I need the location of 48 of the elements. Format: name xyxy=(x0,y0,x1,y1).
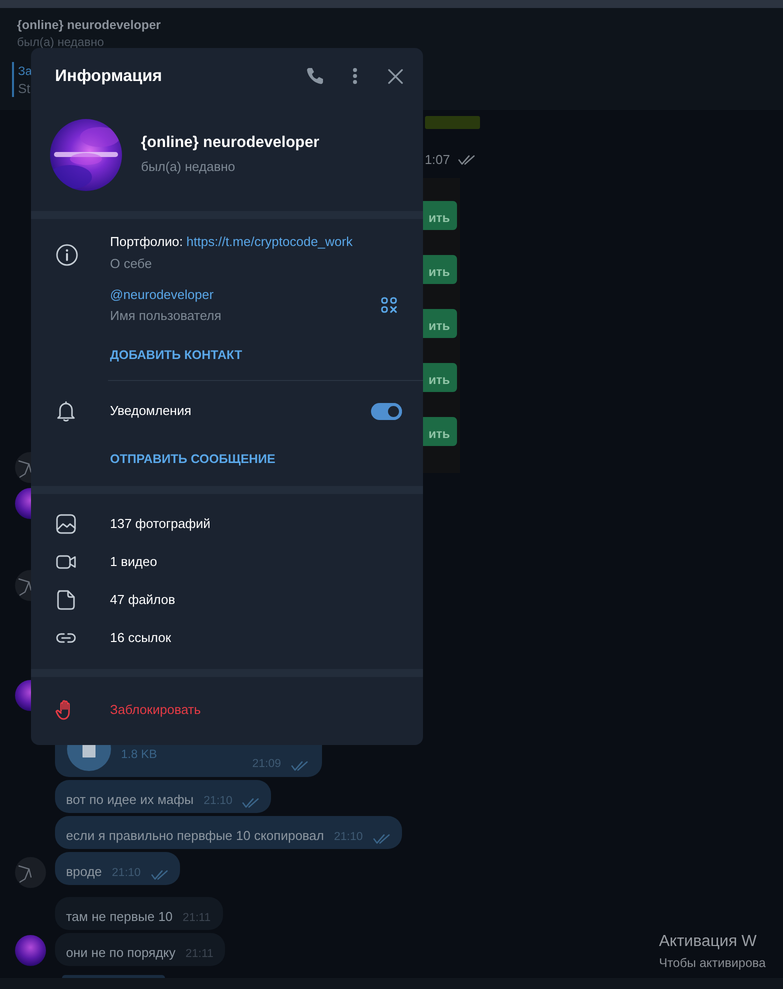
activation-notice-text: Чтобы активирова xyxy=(659,955,766,971)
bio-link[interactable]: https://t.me/cryptocode_work xyxy=(186,234,353,249)
activation-notice-title: Активация W xyxy=(659,932,758,952)
double-check-icon xyxy=(242,798,260,808)
double-check-icon xyxy=(291,761,308,771)
message-text: вот по идее их мафы xyxy=(66,792,194,808)
chat-status: был(а) недавно xyxy=(17,35,105,49)
bio-text: Портфолио: https://t.me/cryptocode_work xyxy=(110,233,354,251)
avatar xyxy=(15,680,31,711)
pinned-text: St xyxy=(18,80,32,97)
username-link[interactable]: @neurodeveloper xyxy=(110,286,214,304)
dialog-title: Информация xyxy=(55,66,162,87)
add-contact-button[interactable]: ДОБАВИТЬ КОНТАКТ xyxy=(110,346,242,364)
chat-title: {online} neurodeveloper xyxy=(17,17,162,33)
qr-code-icon xyxy=(381,296,397,313)
bell-icon xyxy=(55,400,77,422)
close-icon xyxy=(388,68,402,84)
photo-icon xyxy=(55,513,77,535)
pinned-title[interactable]: За xyxy=(18,62,32,80)
double-check-icon xyxy=(150,870,168,880)
field-label: О себе xyxy=(110,255,153,273)
message-text: они не по порядку xyxy=(66,945,176,961)
block-row[interactable]: Заблокировать xyxy=(31,677,423,743)
media-row[interactable]: 1 видео xyxy=(31,543,423,581)
avatar xyxy=(15,935,46,966)
avatar xyxy=(15,488,31,519)
media-row[interactable]: 137 фотографий xyxy=(31,505,423,543)
media-row[interactable]: 47 файлов xyxy=(31,581,423,619)
notifications-label: Уведомления xyxy=(110,402,192,420)
profile-name: {online} neurodeveloper xyxy=(141,132,320,153)
media-row[interactable]: 16 ссылок xyxy=(31,619,423,657)
message-time: 1:07 xyxy=(424,151,450,170)
send-message-button[interactable]: ОТПРАВИТЬ СООБЩЕНИЕ xyxy=(110,450,276,469)
message-text: там не первые 10 xyxy=(66,909,173,925)
profile-status: был(а) недавно xyxy=(141,158,236,176)
double-check-icon xyxy=(458,155,475,165)
avatar xyxy=(15,857,46,888)
info-icon xyxy=(55,243,79,267)
phone-icon xyxy=(305,66,325,86)
message-text: вроде xyxy=(66,864,102,880)
double-check-icon xyxy=(372,834,390,844)
file-icon xyxy=(55,589,77,611)
more-icon xyxy=(352,67,358,85)
notifications-toggle[interactable] xyxy=(371,402,402,420)
tag xyxy=(425,116,480,129)
file-size: 1.8 KB xyxy=(121,746,158,763)
field-label: Имя пользователя xyxy=(110,306,222,324)
message-text: если я правильно первфые 10 скопировал xyxy=(66,828,324,844)
